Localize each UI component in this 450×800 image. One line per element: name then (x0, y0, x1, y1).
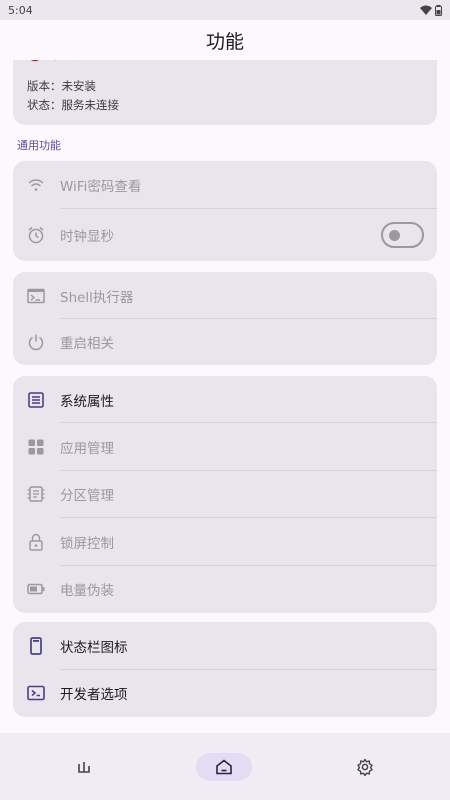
nav-stats[interactable] (56, 753, 112, 781)
wifi-icon (27, 176, 45, 194)
settings-icon (357, 758, 373, 776)
toggle-knob (389, 229, 400, 241)
page-title: 功能 (205, 30, 244, 53)
lock-icon (27, 533, 45, 551)
section-label: 通用功能 (17, 139, 61, 152)
power-icon (27, 333, 45, 351)
list-item-clock-seconds[interactable]: 时钟显秒 (13, 211, 437, 258)
wifi-password-label: WiFi密码查看 (60, 178, 142, 195)
stats-icon (78, 762, 90, 773)
version-line: 版本：未安装 (27, 79, 96, 93)
list-item-lockscreen[interactable]: 锁屏控制 (13, 518, 437, 565)
group-network-clock: WiFi密码查看 时钟显秒 (13, 161, 437, 261)
wifi-signal-icon (420, 5, 432, 15)
list-icon (27, 391, 45, 409)
developer-icon (27, 684, 45, 702)
list-item-wifi-password[interactable]: WiFi密码查看 (13, 161, 437, 208)
list-item-reboot[interactable]: 重启相关 (13, 318, 437, 365)
battery-icon (27, 580, 45, 598)
partition-label: 分区管理 (60, 487, 114, 504)
state-line: 状态：服务未连接 (27, 98, 119, 112)
developer-options-label: 开发者选项 (60, 686, 128, 703)
reboot-label: 重启相关 (60, 335, 114, 352)
list-item-shell[interactable]: Shell执行器 (13, 272, 437, 319)
nav-settings[interactable] (337, 753, 393, 781)
clock-seconds-toggle[interactable] (381, 221, 424, 248)
battery-status-icon (435, 4, 442, 16)
status-icons (420, 4, 442, 16)
bottom-navigation (0, 733, 450, 800)
partition-icon (27, 485, 45, 503)
list-item-statusbar-icons[interactable]: 状态栏图标 (13, 622, 437, 669)
divider (60, 208, 437, 209)
statusbar-icons-label: 状态栏图标 (60, 639, 128, 656)
system-props-label: 系统属性 (60, 393, 114, 410)
group-shell-reboot: Shell执行器 重启相关 (13, 272, 437, 365)
app-manage-label: 应用管理 (60, 440, 114, 457)
status-bar: 5:04 (0, 0, 450, 20)
apps-grid-icon (27, 438, 45, 456)
list-item-battery-spoof[interactable]: 电量伪装 (13, 565, 437, 612)
list-item-app-manage[interactable]: 应用管理 (13, 423, 437, 470)
clock-seconds-label: 时钟显秒 (60, 228, 114, 245)
status-time: 5:04 (8, 3, 33, 17)
list-item-partition[interactable]: 分区管理 (13, 470, 437, 517)
terminal-icon (27, 287, 45, 305)
alarm-clock-icon (27, 226, 45, 244)
group-system: 系统属性 应用管理 分区管理 锁屏控制 电量伪装 (13, 376, 437, 613)
list-item-developer-options[interactable]: 开发者选项 (13, 669, 437, 716)
phone-icon (27, 636, 45, 655)
shell-label: Shell执行器 (60, 289, 134, 306)
group-ui-dev: 状态栏图标 开发者选项 (13, 622, 437, 717)
home-icon (216, 759, 232, 775)
list-item-system-props[interactable]: 系统属性 (13, 376, 437, 423)
lockscreen-label: 锁屏控制 (60, 535, 114, 552)
app-bar: 功能 (0, 20, 450, 60)
battery-spoof-label: 电量伪装 (60, 582, 114, 599)
nav-home[interactable] (196, 753, 252, 781)
